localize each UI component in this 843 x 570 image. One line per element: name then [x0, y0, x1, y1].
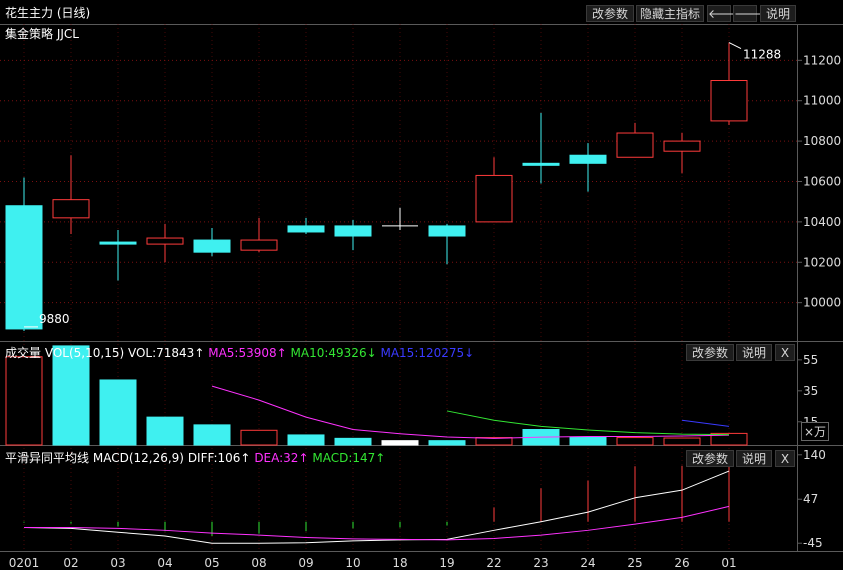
macd-tick-label: 140: [803, 448, 826, 462]
candle-body: [522, 162, 560, 166]
candle-body: [334, 225, 372, 237]
candle-body: [146, 237, 184, 245]
candle-body: [287, 225, 325, 233]
volume-bar: [240, 429, 278, 446]
candle-body: [5, 205, 43, 330]
volume-bar: [663, 437, 701, 446]
change-params-button[interactable]: 改参数: [586, 5, 634, 22]
macd-tick-label: -45: [803, 536, 823, 550]
candle-body: [663, 140, 701, 152]
price-tick-label: 10000: [803, 296, 841, 310]
macd-help-button[interactable]: 说明: [736, 450, 772, 467]
vol-tick-label: 55: [803, 353, 818, 367]
x-tick-label: 08: [251, 556, 266, 570]
x-tick-label: 0201: [9, 556, 40, 570]
volume-bar: [5, 356, 43, 446]
annotation-low-label: 9880: [39, 312, 70, 326]
x-tick-label: 05: [204, 556, 219, 570]
annotation-pointer: [728, 42, 742, 49]
hide-main-indicator-button[interactable]: 隐藏主指标: [636, 5, 704, 22]
volume-bar: [287, 434, 325, 446]
macd-dea-line: [24, 505, 730, 541]
vol-close-button[interactable]: X: [775, 344, 795, 361]
vol-arrow: ↑: [194, 346, 205, 360]
macd-tick-label: 47: [803, 492, 818, 506]
vol-ma5-arrow: ↑: [276, 346, 287, 360]
x-tick-label: 01: [721, 556, 736, 570]
macd-dif-line: [23, 470, 730, 544]
price-tick-label: 10600: [803, 174, 841, 188]
price-tick-label: 11000: [803, 94, 841, 108]
candle-body: [428, 225, 466, 237]
vol-ma15-arrow: ↓: [464, 346, 475, 360]
candle-body: [240, 239, 278, 251]
help-button[interactable]: 说明: [760, 5, 796, 22]
candle-body: [616, 132, 654, 158]
x-tick-label: 23: [533, 556, 548, 570]
vol-ma10-arrow: ↓: [366, 346, 377, 360]
x-tick-label: 18: [392, 556, 407, 570]
candle-body: [710, 80, 748, 122]
volume-bar: [616, 437, 654, 446]
x-tick-label: 09: [298, 556, 313, 570]
volume-bar: [381, 440, 419, 446]
x-tick-label: 10: [345, 556, 360, 570]
price-tick-label: 10400: [803, 215, 841, 229]
volume-bar: [99, 379, 137, 446]
prev-button[interactable]: 🡐: [707, 5, 740, 22]
x-tick-label: 02: [63, 556, 78, 570]
macd-header: 平滑异同平均线 MACD(12,26,9) DIFF:106↑ DEA:32↑ …: [5, 449, 385, 466]
annotation-high-label: 11288: [743, 48, 781, 62]
price-tick-label: 11200: [803, 53, 841, 67]
x-tick-label: 04: [157, 556, 172, 570]
vol-title: 成交量: [5, 346, 42, 360]
vol-ma15: MA15:120275: [380, 346, 465, 360]
vol-unit-label: ×万: [801, 422, 829, 441]
candle-body: [52, 199, 90, 219]
volume-bar: [193, 424, 231, 446]
volume-bar: [428, 440, 466, 446]
futures-chart-window: 10000 10200 10400 10600 10800 11000 11200 9880 1…: [0, 0, 843, 570]
macd-value: MACD:147: [312, 451, 376, 465]
candle-body: [475, 174, 513, 223]
vol-ma15-line: [681, 419, 730, 427]
candle-body: [193, 239, 231, 253]
macd-close-button[interactable]: X: [775, 450, 795, 467]
price-tick-label: 10800: [803, 134, 841, 148]
vol-help-button[interactable]: 说明: [736, 344, 772, 361]
vol-ma10-line: [446, 410, 730, 436]
macd-dif-arrow: ↑: [240, 451, 251, 465]
volume-bar: [569, 436, 607, 446]
vol-ma5: MA5:53908: [208, 346, 277, 360]
chart-canvas: 10000 10200 10400 10600 10800 11000 11200 9880 1…: [0, 24, 843, 570]
vol-header: 成交量 VOL(5,10,15) VOL:71843↑ MA5:53908↑ M…: [5, 344, 474, 361]
macd-dea: DEA:32: [254, 451, 299, 465]
x-tick-label: 22: [486, 556, 501, 570]
macd-name: MACD(12,26,9): [92, 451, 184, 465]
vol-value: VOL:71843: [127, 346, 195, 360]
vol-ma5-line: [211, 385, 730, 439]
macd-dea-arrow: ↑: [298, 451, 309, 465]
vol-name: VOL(5,10,15): [44, 346, 125, 360]
vol-tick-label: 35: [803, 384, 818, 398]
macd-value-arrow: ↑: [375, 451, 386, 465]
price-tick-label: 10200: [803, 255, 841, 269]
vol-ma10: MA10:49326: [290, 346, 367, 360]
x-tick-label: 26: [674, 556, 689, 570]
candle-body: [99, 241, 137, 245]
macd-dif: DIFF:106: [187, 451, 241, 465]
volume-bar: [146, 416, 184, 446]
x-tick-label: 24: [580, 556, 595, 570]
x-tick-label: 19: [439, 556, 454, 570]
macd-title: 平滑异同平均线: [5, 451, 90, 465]
next-button[interactable]: 🡒: [733, 5, 766, 22]
vol-change-params-button[interactable]: 改参数: [686, 344, 734, 361]
x-tick-label: 25: [627, 556, 642, 570]
x-tick-label: 03: [110, 556, 125, 570]
volume-bar: [334, 437, 372, 446]
candle-body: [569, 154, 607, 164]
macd-change-params-button[interactable]: 改参数: [686, 450, 734, 467]
strategy-label: 集金策略 JJCL: [5, 27, 79, 41]
chart-title: 花生主力 (日线): [5, 6, 91, 20]
